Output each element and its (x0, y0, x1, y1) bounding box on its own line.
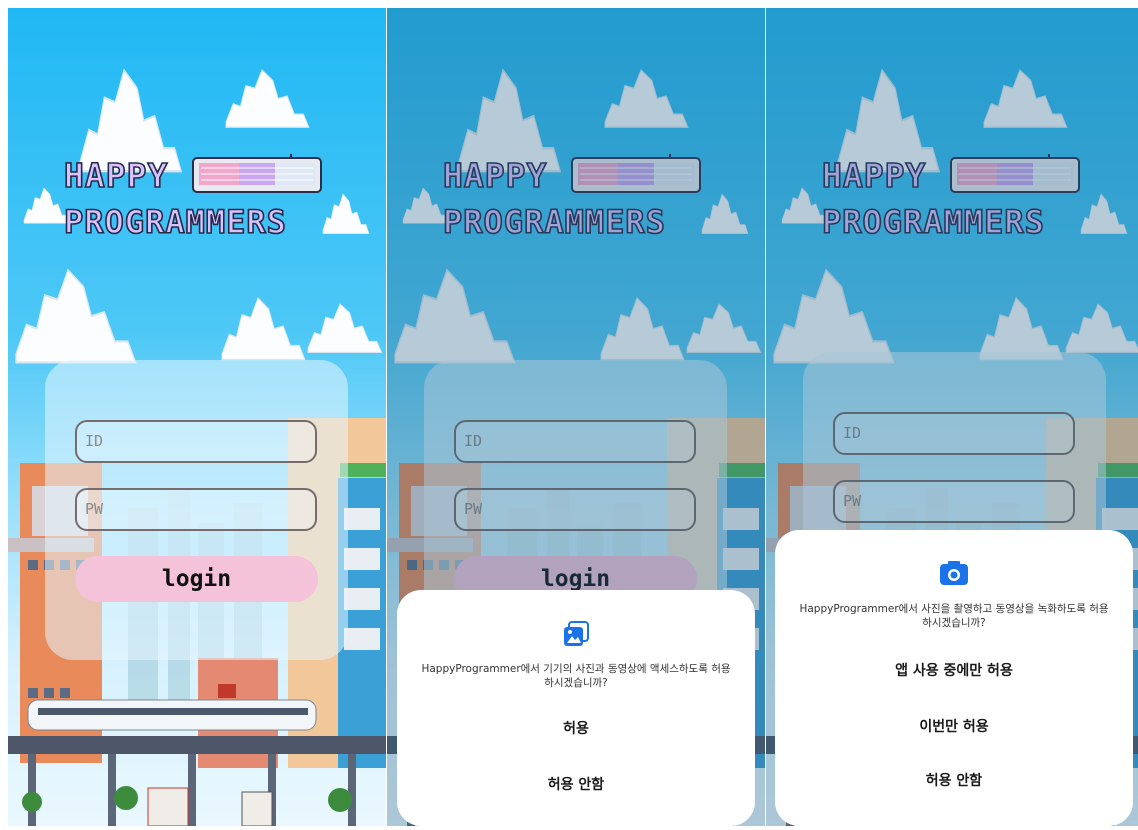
allow-once-button[interactable]: 이번만 허용 (775, 716, 1133, 736)
camera-permission-dialog: HappyProgrammer에서 사진을 촬영하고 동영상을 녹화하도록 허용… (775, 530, 1133, 826)
logo-programmers-text: PROGRAMMERS (63, 202, 287, 242)
allow-button[interactable]: 허용 (397, 718, 755, 738)
logo-happy-text: HAPPY (63, 155, 169, 196)
deny-button[interactable]: 허용 안함 (397, 774, 755, 794)
keyboard-icon (192, 154, 322, 193)
login-button[interactable]: login (75, 556, 318, 602)
id-input[interactable]: ID (75, 420, 317, 463)
image-icon (564, 621, 589, 646)
allow-while-using-button[interactable]: 앱 사용 중에만 허용 (775, 660, 1133, 680)
camera-permission-screen: HAPPY PROGRAMMERS ID PW HappyProgrammer에… (766, 8, 1138, 826)
camera-icon (940, 561, 968, 585)
permission-message: HappyProgrammer에서 사진을 촬영하고 동영상을 녹화하도록 허용… (799, 603, 1109, 629)
permission-message: HappyProgrammer에서 기기의 사진과 동영상에 액세스하도록 허용… (421, 663, 731, 689)
photo-permission-dialog: HappyProgrammer에서 기기의 사진과 동영상에 액세스하도록 허용… (397, 590, 755, 826)
deny-button[interactable]: 허용 안함 (775, 770, 1133, 790)
login-screen: HAPPY PROGRAMMERS ID PW login (8, 8, 386, 826)
photo-permission-screen: HAPPY PROGRAMMERS ID PW login HappyProgr… (387, 8, 765, 826)
pw-input[interactable]: PW (75, 488, 317, 531)
